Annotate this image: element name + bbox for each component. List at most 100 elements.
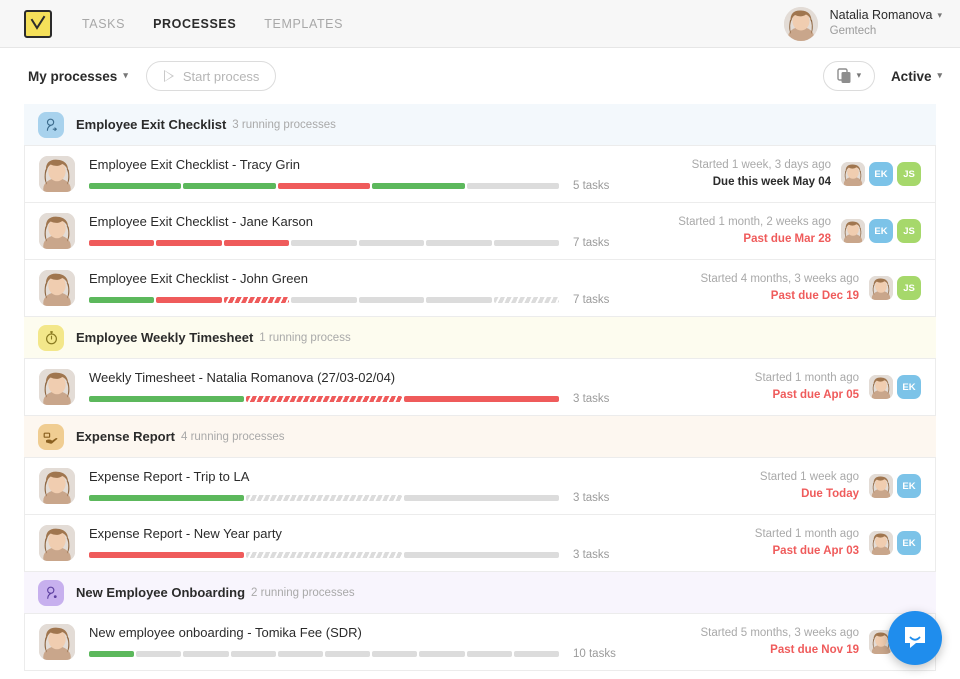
process-group-header[interactable]: Expense Report4 running processes xyxy=(24,416,936,458)
progress-segment xyxy=(372,651,417,657)
assignee-avatar[interactable] xyxy=(869,474,893,498)
progress-segment xyxy=(246,552,401,558)
assignee-avatar[interactable]: EK xyxy=(897,531,921,555)
started-text: Started 4 months, 3 weeks ago xyxy=(700,271,859,288)
assignee-avatar[interactable]: JS xyxy=(897,219,921,243)
process-progress-line: 7 tasks xyxy=(89,237,666,249)
task-count: 3 tasks xyxy=(573,492,609,504)
process-group-header[interactable]: Employee Weekly Timesheet1 running proce… xyxy=(24,317,936,359)
task-count: 5 tasks xyxy=(573,180,609,192)
process-row[interactable]: Employee Exit Checklist - Jane Karson7 t… xyxy=(24,203,936,260)
assignee-group: EK xyxy=(869,375,921,399)
progress-segment xyxy=(291,297,356,303)
progress-segment xyxy=(426,297,491,303)
started-text: Started 1 month ago xyxy=(755,526,859,543)
assignee-avatar[interactable] xyxy=(841,162,865,186)
task-count: 3 tasks xyxy=(573,549,609,561)
app-logo[interactable] xyxy=(24,10,52,38)
process-owner-avatar xyxy=(39,213,75,249)
user-name: Natalia Romanova xyxy=(830,7,933,24)
assignee-avatar[interactable]: JS xyxy=(897,276,921,300)
scope-dropdown[interactable]: My processes ▾ xyxy=(28,69,128,84)
assignee-avatar[interactable]: JS xyxy=(897,162,921,186)
started-text: Started 5 months, 3 weeks ago xyxy=(700,625,859,642)
progress-bar xyxy=(89,240,559,246)
progress-bar xyxy=(89,396,559,402)
process-row[interactable]: Weekly Timesheet - Natalia Romanova (27/… xyxy=(24,359,936,416)
process-row-main: Employee Exit Checklist - Jane Karson7 t… xyxy=(89,214,666,249)
main-nav-links: TASKS PROCESSES TEMPLATES xyxy=(82,17,343,31)
user-photo-avatar-icon xyxy=(39,525,75,561)
assignee-avatar[interactable]: EK xyxy=(869,162,893,186)
progress-segment xyxy=(278,651,323,657)
due-text: Due this week May 04 xyxy=(692,174,831,191)
checkmark-box-logo-icon xyxy=(29,15,47,33)
started-text: Started 1 week ago xyxy=(760,469,859,486)
progress-segment xyxy=(89,495,244,501)
group-title: Employee Exit Checklist xyxy=(76,117,226,132)
assignee-avatar[interactable]: EK xyxy=(897,474,921,498)
process-row-right: Started 1 week, 3 days agoDue this week … xyxy=(680,157,921,190)
process-row-main: New employee onboarding - Tomika Fee (SD… xyxy=(89,625,688,660)
nav-tab-templates[interactable]: TEMPLATES xyxy=(264,17,343,31)
process-row[interactable]: New employee onboarding - Tomika Fee (SD… xyxy=(24,614,936,671)
process-group: Employee Weekly Timesheet1 running proce… xyxy=(24,317,936,416)
nav-tab-tasks[interactable]: TASKS xyxy=(82,17,125,31)
progress-segment xyxy=(224,240,289,246)
process-row[interactable]: Employee Exit Checklist - Tracy Grin5 ta… xyxy=(24,146,936,203)
assignee-avatar[interactable] xyxy=(841,219,865,243)
progress-segment xyxy=(246,495,401,501)
assignee-avatar[interactable] xyxy=(869,375,893,399)
progress-segment xyxy=(404,495,559,501)
process-group: New Employee Onboarding2 running process… xyxy=(24,572,936,671)
group-type-icon xyxy=(38,325,64,351)
progress-segment xyxy=(136,651,181,657)
cards-stack-icon xyxy=(837,68,853,84)
process-row[interactable]: Expense Report - New Year party 3 tasks St… xyxy=(24,515,936,572)
progress-segment xyxy=(224,297,289,303)
task-count: 7 tasks xyxy=(573,237,609,249)
chat-launcher-button[interactable] xyxy=(888,611,942,665)
progress-segment xyxy=(89,240,154,246)
process-row-main: Expense Report - Trip to LA 3 tasks xyxy=(89,469,748,504)
chevron-down-icon: ▾ xyxy=(857,70,862,81)
process-dates: Started 1 month, 2 weeks agoPast due Mar… xyxy=(678,214,831,247)
assignee-group: EK xyxy=(869,474,921,498)
nav-tab-processes[interactable]: PROCESSES xyxy=(153,17,236,31)
due-text: Past due Apr 05 xyxy=(755,387,859,404)
process-group-header[interactable]: New Employee Onboarding2 running process… xyxy=(24,572,936,614)
progress-segment xyxy=(514,651,559,657)
progress-bar xyxy=(89,297,559,303)
process-group: Expense Report4 running processesExpense… xyxy=(24,416,936,572)
task-count: 7 tasks xyxy=(573,294,609,306)
group-type-icon xyxy=(38,112,64,138)
progress-segment xyxy=(325,651,370,657)
assignee-avatar[interactable]: EK xyxy=(869,219,893,243)
assignee-group: JS xyxy=(869,276,921,300)
progress-bar xyxy=(89,495,559,501)
process-group-header[interactable]: Employee Exit Checklist3 running process… xyxy=(24,104,936,146)
assignee-avatar[interactable] xyxy=(869,531,893,555)
view-mode-toggle[interactable]: ▾ xyxy=(823,61,875,91)
process-row-right: Started 1 month, 2 weeks agoPast due Mar… xyxy=(666,214,921,247)
process-owner-avatar xyxy=(39,525,75,561)
assignee-avatar[interactable]: EK xyxy=(897,375,921,399)
progress-segment xyxy=(419,651,464,657)
start-process-button[interactable]: Start process xyxy=(146,61,277,91)
user-meta: Natalia Romanova ▾ Gemtech xyxy=(830,7,942,39)
process-row-main: Employee Exit Checklist - Tracy Grin5 ta… xyxy=(89,157,680,192)
process-title: Expense Report - Trip to LA xyxy=(89,469,748,484)
user-photo-avatar-icon xyxy=(869,276,893,300)
progress-bar xyxy=(89,552,559,558)
process-row[interactable]: Employee Exit Checklist - John Green7 ta… xyxy=(24,260,936,317)
progress-segment xyxy=(89,552,244,558)
user-menu[interactable]: Natalia Romanova ▾ Gemtech xyxy=(784,7,942,41)
process-row-right: Started 5 months, 3 weeks agoPast due No… xyxy=(688,625,921,658)
user-photo-avatar-icon xyxy=(39,213,75,249)
process-title: Expense Report - New Year party xyxy=(89,526,743,541)
group-title: Expense Report xyxy=(76,429,175,444)
stopwatch-icon xyxy=(44,330,59,345)
process-row[interactable]: Expense Report - Trip to LA 3 tasks Starte… xyxy=(24,458,936,515)
assignee-avatar[interactable] xyxy=(869,276,893,300)
status-filter-dropdown[interactable]: Active ▾ xyxy=(891,69,942,84)
